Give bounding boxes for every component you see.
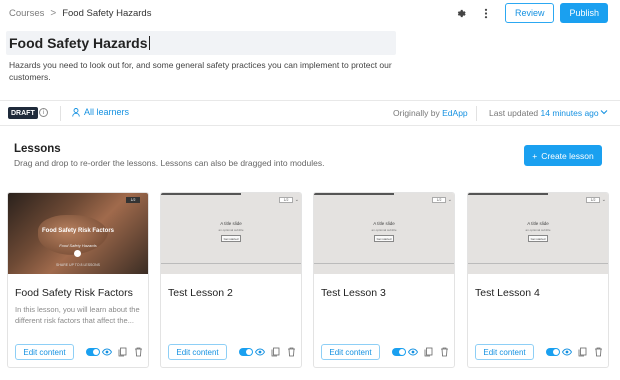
lessons-subtitle: Drag and drop to re-order the lessons. L… [14,158,325,168]
thumbnail-start-button: Get started [528,235,548,242]
last-updated-prefix: Last updated [489,108,541,118]
chevron-down-icon: ⌄ [294,197,299,203]
thumbnail-heading: A title slide [220,221,242,226]
lesson-actions: Edit content [475,344,605,360]
lesson-title: Test Lesson 4 [475,287,540,299]
lesson-card[interactable]: 1/2 Food Safety Risk Factors Food Safety… [7,192,149,368]
thumbnail-subheading: an optional subtitle [218,228,244,232]
course-meta-row: DRAFT i All learners Originally by EdApp… [0,100,620,126]
trash-icon[interactable] [287,346,296,358]
divider [60,106,61,121]
status-badge: DRAFT [8,107,38,119]
info-icon[interactable]: i [39,108,48,117]
edit-content-button[interactable]: Edit content [15,344,74,360]
breadcrumb: Courses > Food Safety Hazards [9,8,151,19]
thumbnail-subheading: an optional subtitle [371,228,397,232]
thumbnail-heading: A title slide [527,221,549,226]
breadcrumb-courses-link[interactable]: Courses [9,8,44,19]
review-button[interactable]: Review [504,3,555,23]
publish-button[interactable]: Publish [560,3,608,23]
chevron-down-icon: ⌄ [601,197,606,203]
text-caret [149,36,151,50]
visibility-toggle[interactable] [239,348,253,356]
chevron-down-icon[interactable] [600,107,608,117]
lesson-thumbnail[interactable]: 1/2 ⌄ A title slide an optional subtitle… [161,193,301,274]
visibility-toggle[interactable] [546,348,560,356]
slide-count-badge: 1/2 [586,197,600,203]
visibility-toggle[interactable] [392,348,406,356]
lesson-actions: Edit content [15,344,145,360]
lesson-title: Test Lesson 3 [321,287,386,299]
lesson-description: In this lesson, you will learn about the… [15,305,140,325]
edit-content-button[interactable]: Edit content [321,344,380,360]
lesson-thumbnail[interactable]: 1/2 ⌄ A title slide an optional subtitle… [468,193,608,274]
more-vertical-icon[interactable] [477,4,495,22]
lessons-heading: Lessons [14,143,61,155]
edit-content-button[interactable]: Edit content [168,344,227,360]
course-title-input[interactable]: Food Safety Hazards [6,31,396,55]
lesson-actions: Edit content [321,344,451,360]
thumbnail-heading: A title slide [373,221,395,226]
lesson-card[interactable]: 1/2 ⌄ A title slide an optional subtitle… [160,192,302,368]
course-title-text: Food Safety Hazards [9,35,148,51]
originally-by-prefix: Originally by [393,108,443,118]
create-lesson-label: Create lesson [541,150,594,161]
thumbnail-subheading: an optional subtitle [525,228,551,232]
create-lesson-button[interactable]: + Create lesson [524,145,602,166]
breadcrumb-current: Food Safety Hazards [62,8,152,19]
copy-icon[interactable] [271,346,280,358]
thumbnail-subtitle: Food Safety Hazards [59,243,97,248]
start-dot-icon [74,250,81,257]
audience-label: All learners [84,107,130,117]
progress-line [161,193,241,195]
progress-line [468,193,548,195]
thumbnail-title: Food Safety Risk Factors [41,228,115,234]
lesson-actions: Edit content [168,344,298,360]
eye-icon[interactable] [255,346,265,358]
copy-icon[interactable] [424,346,433,358]
thumbnail-start-button: Get started [221,235,241,242]
last-updated[interactable]: Last updated 14 minutes ago [489,108,599,118]
lesson-card[interactable]: 1/2 ⌄ A title slide an optional subtitle… [313,192,455,368]
originally-by: Originally by EdApp [393,108,468,118]
person-icon [72,107,80,117]
last-updated-value: 14 minutes ago [540,108,599,118]
lesson-thumbnail[interactable]: 1/2 ⌄ A title slide an optional subtitle… [314,193,454,274]
originally-by-link[interactable]: EdApp [442,108,468,118]
eye-icon[interactable] [562,346,572,358]
thumbnail-footer-bar [468,263,608,274]
lesson-title: Food Safety Risk Factors [15,287,133,299]
top-actions: Review Publish [453,3,608,23]
course-description[interactable]: Hazards you need to look out for, and so… [9,59,399,83]
edit-content-button[interactable]: Edit content [475,344,534,360]
progress-line [314,193,394,195]
eye-icon[interactable] [408,346,418,358]
lesson-thumbnail[interactable]: 1/2 Food Safety Risk Factors Food Safety… [8,193,148,274]
copy-icon[interactable] [578,346,587,358]
trash-icon[interactable] [594,346,603,358]
copy-icon[interactable] [118,346,127,358]
eye-icon[interactable] [102,346,112,358]
visibility-toggle[interactable] [86,348,100,356]
top-bar: Courses > Food Safety Hazards Review Pub… [0,0,620,28]
thumbnail-footer-bar [314,263,454,274]
divider [476,106,477,121]
thumbnail-start-button: Get started [374,235,394,242]
slide-count-badge: 1/2 [126,197,140,203]
trash-icon[interactable] [134,346,143,358]
chevron-down-icon: ⌄ [447,197,452,203]
slide-count-badge: 1/2 [279,197,293,203]
breadcrumb-separator: > [50,8,57,19]
lesson-title: Test Lesson 2 [168,287,233,299]
thumbnail-footer-bar [161,263,301,274]
thumbnail-image [38,215,108,255]
thumbnail-footer: SHARE UP TO 8 LESSONS [56,263,100,267]
plus-icon: + [532,150,538,161]
gear-icon[interactable] [453,4,471,22]
lesson-card[interactable]: 1/2 ⌄ A title slide an optional subtitle… [467,192,609,368]
slide-count-badge: 1/2 [432,197,446,203]
audience-link[interactable]: All learners [72,107,129,117]
trash-icon[interactable] [440,346,449,358]
